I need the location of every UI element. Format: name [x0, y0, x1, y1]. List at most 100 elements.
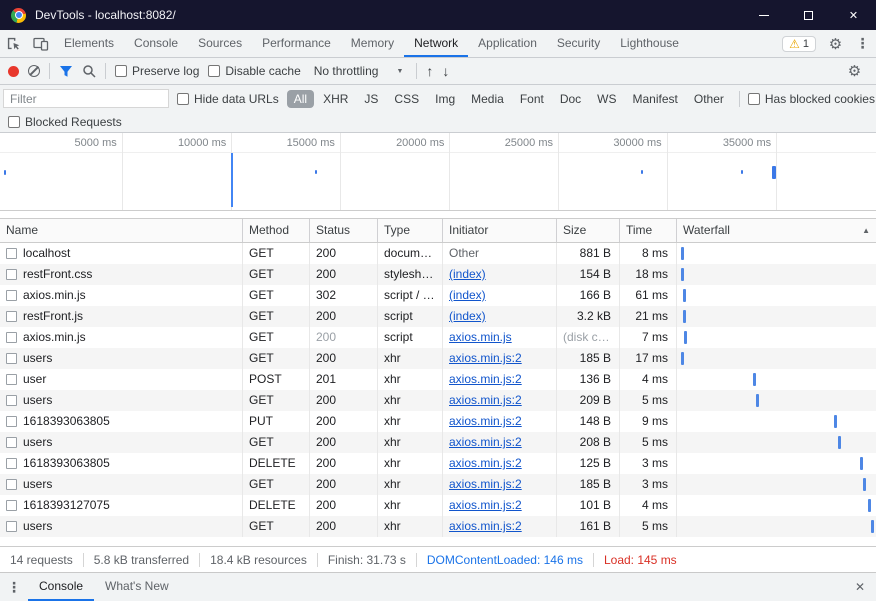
initiator-link[interactable]: axios.min.js:2: [449, 414, 522, 428]
drawer-more-button[interactable]: ⋮: [0, 573, 28, 601]
initiator-link[interactable]: (index): [449, 267, 486, 281]
initiator-link[interactable]: (index): [449, 309, 486, 323]
filter-pill-all[interactable]: All: [286, 89, 315, 108]
initiator-link[interactable]: axios.min.js:2: [449, 372, 522, 386]
disable-cache-checkbox[interactable]: Disable cache: [208, 64, 301, 78]
filter-pill-media[interactable]: Media: [464, 90, 511, 108]
more-vertical-icon: ⋮: [855, 35, 870, 51]
initiator-link[interactable]: axios.min.js: [449, 330, 512, 344]
hide-data-urls-checkbox[interactable]: Hide data URLs: [177, 92, 279, 106]
column-header-method[interactable]: Method: [243, 219, 310, 242]
initiator-link[interactable]: axios.min.js:2: [449, 477, 522, 491]
overview-time-label: 25000 ms: [504, 137, 553, 149]
request-row[interactable]: users GET 200 xhr axios.min.js:2 208 B5 ms: [0, 432, 876, 453]
waterfall-bar: [755, 394, 759, 407]
request-row[interactable]: 1618393063805 DELETE 200 xhr axios.min.js:2 1…: [0, 453, 876, 474]
more-options-button[interactable]: ⋮: [849, 30, 876, 57]
filter-toggle-button[interactable]: [59, 65, 73, 78]
request-row[interactable]: user POST 201 xhr axios.min.js:2 136 B4 ms: [0, 369, 876, 390]
record-network-log-button[interactable]: [8, 65, 19, 77]
tab-application[interactable]: Application: [468, 30, 547, 57]
request-row[interactable]: users GET 200 xhr axios.min.js:2 161 B5 ms: [0, 516, 876, 537]
issues-count: 1: [802, 37, 809, 50]
close-button[interactable]: ✕: [831, 0, 876, 30]
request-row[interactable]: restFront.css GET 200 stylesheet (index) 154 …: [0, 264, 876, 285]
tab-performance[interactable]: Performance: [252, 30, 341, 57]
column-header-waterfall[interactable]: Waterfall ▲: [677, 219, 876, 242]
funnel-filter-icon: [60, 65, 72, 77]
overview-time-label: 10000 ms: [177, 137, 227, 149]
close-icon: ✕: [848, 9, 859, 22]
name-cell: localhost: [0, 243, 243, 264]
has-blocked-cookies-checkbox[interactable]: Has blocked cookies: [747, 92, 875, 106]
waterfall-cell: [677, 306, 876, 327]
filter-pill-other[interactable]: Other: [687, 90, 731, 108]
tab-lighthouse[interactable]: Lighthouse: [610, 30, 689, 57]
settings-button[interactable]: ⚙: [822, 30, 849, 57]
column-header-initiator[interactable]: Initiator: [443, 219, 557, 242]
overview-event-line: [231, 153, 234, 207]
type-cell: xhr: [378, 474, 443, 495]
request-row[interactable]: users GET 200 xhr axios.min.js:2 185 B 17 ms: [0, 348, 876, 369]
filter-pill-doc[interactable]: Doc: [553, 90, 588, 108]
tab-console[interactable]: Console: [124, 30, 188, 57]
inspect-element-button[interactable]: [0, 30, 27, 57]
clear-network-log-button[interactable]: [28, 65, 40, 77]
filter-input[interactable]: [3, 89, 169, 108]
column-header-size[interactable]: Size: [557, 219, 620, 242]
initiator-link[interactable]: axios.min.js:2: [449, 498, 522, 512]
request-row[interactable]: 1618393127075 DELETE 200 xhr axios.min.js:2 1…: [0, 495, 876, 516]
column-header-status[interactable]: Status: [310, 219, 378, 242]
tab-memory[interactable]: Memory: [341, 30, 404, 57]
maximize-button[interactable]: [786, 0, 831, 30]
overview-band[interactable]: 5000 ms 10000 ms 15000 ms 20000 ms 25000 ms 3…: [0, 133, 876, 211]
tab-sources[interactable]: Sources: [188, 30, 252, 57]
gear-icon: ⚙: [828, 35, 843, 53]
checkbox-icon: [208, 65, 221, 77]
request-row[interactable]: 1618393063805 PUT 200 xhr axios.min.js:2 148 …: [0, 411, 876, 432]
initiator-link[interactable]: axios.min.js:2: [449, 351, 522, 365]
filter-pill-xhr[interactable]: XHR: [316, 90, 355, 108]
network-settings-button[interactable]: ⚙: [841, 62, 868, 80]
drawer-tab-what-s-new[interactable]: What's New: [94, 573, 180, 601]
export-har-button[interactable]: ↓: [442, 64, 449, 79]
throttling-dropdown[interactable]: No throttling ▼: [310, 64, 408, 78]
preserve-log-checkbox[interactable]: Preserve log: [115, 64, 199, 78]
filter-pill-ws[interactable]: WS: [590, 90, 623, 108]
sort-asc-icon: ▲: [862, 226, 870, 235]
initiator-link[interactable]: axios.min.js:2: [449, 393, 522, 407]
file-icon: [6, 479, 17, 490]
name-cell: user: [0, 369, 243, 390]
request-row[interactable]: users GET 200 xhr axios.min.js:2 209 B5 ms: [0, 390, 876, 411]
filter-pill-manifest[interactable]: Manifest: [626, 90, 685, 108]
drawer-close-button[interactable]: ✕: [844, 573, 876, 601]
request-row[interactable]: axios.min.js GET 200 script axios.min.js (dis…: [0, 327, 876, 348]
initiator-link[interactable]: axios.min.js:2: [449, 519, 522, 533]
filter-pill-js[interactable]: JS: [357, 90, 385, 108]
device-toolbar-button[interactable]: [27, 30, 54, 57]
filter-pill-css[interactable]: CSS: [387, 90, 426, 108]
tab-security[interactable]: Security: [547, 30, 610, 57]
request-row[interactable]: localhost GET 200 document Other 881 B8 ms: [0, 243, 876, 264]
method-cell: GET: [243, 264, 310, 285]
column-header-time[interactable]: Time: [620, 219, 677, 242]
blocked-requests-checkbox[interactable]: Blocked Requests: [8, 115, 122, 129]
request-row[interactable]: users GET 200 xhr axios.min.js:2 185 B3 ms: [0, 474, 876, 495]
initiator-link[interactable]: (index): [449, 288, 486, 302]
import-har-button[interactable]: ↑: [426, 64, 433, 79]
filter-pill-font[interactable]: Font: [513, 90, 551, 108]
minimize-button[interactable]: [741, 0, 786, 30]
initiator-link[interactable]: axios.min.js:2: [449, 456, 522, 470]
filter-pill-img[interactable]: Img: [428, 90, 462, 108]
drawer-tab-console[interactable]: Console: [28, 573, 95, 601]
devtools-tabbar: Elements Console Sources Performance Memory N…: [0, 30, 876, 58]
tab-network[interactable]: Network: [404, 30, 469, 57]
initiator-link[interactable]: axios.min.js:2: [449, 435, 522, 449]
column-header-name[interactable]: Name: [0, 219, 243, 242]
issues-badge[interactable]: ⚠ 1: [782, 35, 816, 52]
column-header-type[interactable]: Type: [378, 219, 443, 242]
request-row[interactable]: restFront.js GET 200 script (index) 3.2 kB 21 …: [0, 306, 876, 327]
request-row[interactable]: axios.min.js GET 302 script / R... (index) 16…: [0, 285, 876, 306]
tab-elements[interactable]: Elements: [54, 30, 124, 57]
search-button[interactable]: [82, 64, 96, 78]
